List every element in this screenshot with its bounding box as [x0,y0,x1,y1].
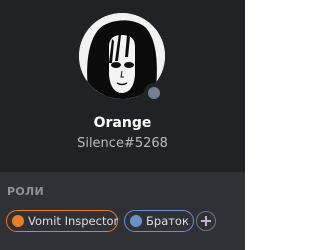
role-color-dot[interactable] [12,215,24,227]
role-name: Браток [146,214,189,228]
role-color-dot[interactable] [130,215,142,227]
add-role-button[interactable] [196,211,216,231]
role-name: Vomit Inspector [28,214,119,228]
status-indicator [144,83,164,103]
roles-section-title: РОЛИ [7,185,44,198]
role-pill-bratok[interactable]: Браток [124,210,194,232]
plus-icon-vertical-stroke [205,216,207,226]
user-profile-popout: Orange Silence#5268 РОЛИ Vomit Inspector… [0,0,245,250]
offline-status-icon [148,87,160,99]
avatar-container[interactable] [79,13,165,103]
user-tag: Silence#5268 [77,136,168,151]
username: Orange [93,115,152,131]
role-pill-vomit-inspector[interactable]: Vomit Inspector [6,210,118,232]
profile-header: Orange Silence#5268 [0,0,245,172]
